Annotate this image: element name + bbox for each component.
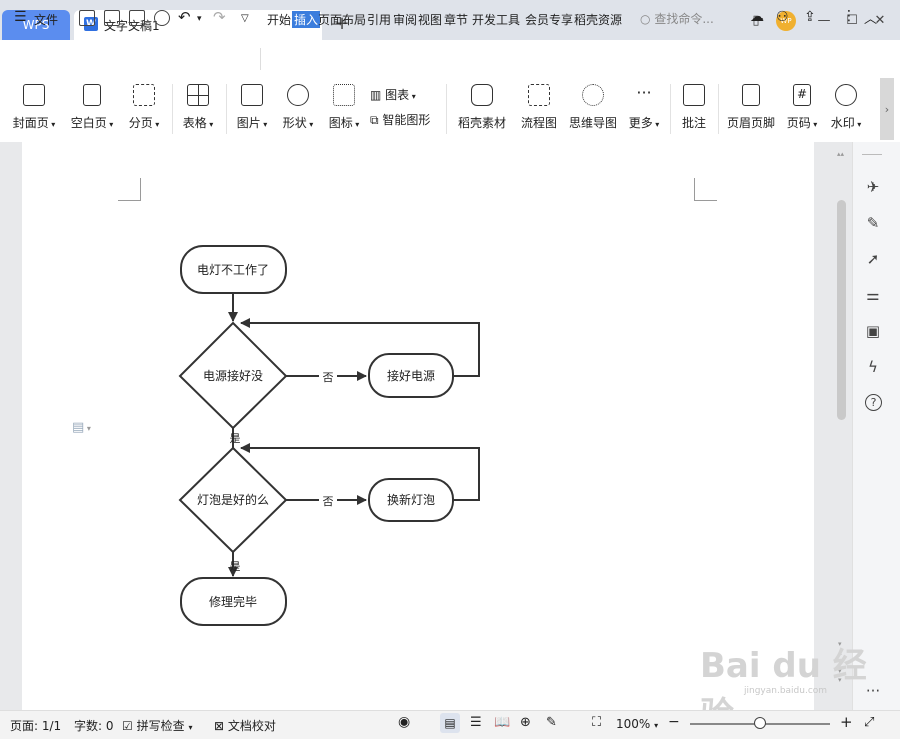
rocket-icon[interactable]: ✈	[864, 178, 882, 196]
proofread-label: 文档校对	[227, 719, 276, 733]
edge-label-yes1: 是	[230, 432, 241, 445]
edge-label-no2: 否	[323, 495, 334, 508]
zoom-in-button[interactable]: +	[840, 713, 853, 731]
proofread-button[interactable]: ⊠ 文档校对	[214, 717, 276, 734]
scroll-up-icon[interactable]: ▴▴	[837, 150, 844, 158]
material-library-icon[interactable]: ▣	[864, 322, 882, 340]
fit-page-icon[interactable]: ⛶	[592, 715, 601, 730]
edge-label-yes2: 是	[230, 560, 241, 573]
flow-decision2-label: 灯泡是好的么	[197, 492, 269, 507]
zoom-out-button[interactable]: −	[668, 714, 680, 730]
flowchart[interactable]: 电灯不工作了 电源接好没 接好电源 灯泡是好的么 换新灯泡 修理完毕 否 是 否…	[0, 0, 900, 738]
proofread-icon: ⊠	[214, 719, 225, 733]
page-view-icon[interactable]: ▤	[440, 713, 460, 733]
watermark-url: jingyan.baidu.com	[744, 686, 828, 696]
lightning-icon[interactable]: ϟ	[864, 358, 882, 376]
sidebar-grip	[862, 154, 882, 155]
vertical-scrollbar-thumb[interactable]	[837, 200, 846, 420]
flow-decision1-label: 电源接好没	[203, 368, 263, 383]
zoom-level-value: 100%	[616, 717, 651, 731]
page-count[interactable]: 页面: 1/1	[10, 717, 61, 734]
flow-end-label: 修理完毕	[209, 594, 257, 609]
fullscreen-icon[interactable]: ⤢	[864, 715, 874, 730]
reading-view-icon[interactable]: 📖	[494, 715, 510, 730]
word-count[interactable]: 字数: 0	[74, 717, 114, 734]
flow-action2-label: 换新灯泡	[387, 492, 435, 507]
pen-icon[interactable]: ✎	[864, 214, 882, 232]
spell-check-button[interactable]: ☑ 拼写检查 ▾	[122, 717, 192, 734]
flow-start-label: 电灯不工作了	[197, 263, 269, 277]
zoom-level[interactable]: 100% ▾	[616, 717, 658, 731]
web-view-icon[interactable]: ⊕	[520, 715, 531, 730]
zoom-slider-handle[interactable]	[754, 717, 766, 729]
spell-check-label: 拼写检查	[136, 719, 185, 733]
help-icon[interactable]: ?	[865, 394, 882, 411]
adjust-sliders-icon[interactable]: ⚌	[864, 286, 882, 304]
chevron-down-icon: ▾	[188, 723, 193, 732]
eye-protection-icon[interactable]: ◉	[398, 714, 410, 730]
outline-view-icon[interactable]: ☰	[470, 715, 482, 730]
select-cursor-icon[interactable]: ➚	[864, 250, 882, 268]
annotate-view-icon[interactable]: ✎	[546, 715, 557, 730]
flow-action1-label: 接好电源	[387, 368, 435, 383]
checkbox-icon: ☑	[122, 719, 133, 733]
chevron-down-icon: ▾	[654, 721, 659, 730]
edge-label-no1: 否	[323, 371, 334, 384]
